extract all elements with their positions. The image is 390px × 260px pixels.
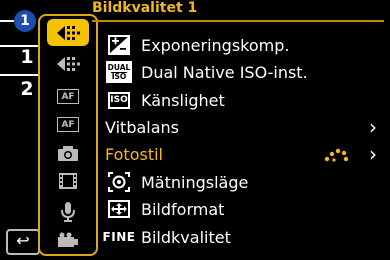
aspect-ratio-icon	[108, 200, 130, 218]
menu-item-dual-native-iso[interactable]: DUAL ISO Dual Native ISO-inst.	[105, 59, 385, 85]
menu-item-label: Bildkvalitet	[141, 227, 231, 247]
camera-icon	[58, 145, 78, 161]
menu-item-photo-style[interactable]: Fotostil ›	[105, 141, 385, 167]
af-custom-icon: AF	[57, 117, 79, 132]
menu-item-label: Dual Native ISO-inst.	[141, 62, 308, 82]
tab-film[interactable]	[46, 167, 90, 194]
menu-item-sensitivity[interactable]: ISO Känslighet	[105, 87, 385, 113]
af-icon: AF	[57, 89, 79, 104]
back-button[interactable]: ↩	[6, 229, 40, 255]
chevron-right-icon: ›	[369, 115, 377, 139]
photo-style-icon	[324, 148, 349, 162]
menu-item-label: Känslighet	[141, 90, 225, 110]
exposure-comp-icon	[108, 35, 130, 55]
menu-item-label: Bildformat	[141, 199, 225, 219]
chevron-right-icon: ›	[369, 142, 377, 166]
tab-af[interactable]: AF	[46, 83, 90, 110]
tab-photo-quality-2[interactable]	[46, 50, 90, 77]
tab-audio[interactable]	[46, 198, 90, 225]
dual-iso-icon: DUAL ISO	[106, 61, 132, 83]
current-page-badge: 1	[14, 10, 36, 32]
menu-item-label: Fotostil	[105, 144, 163, 164]
photo-quality-2-icon	[57, 56, 80, 71]
tab-af-custom[interactable]: AF	[46, 111, 90, 138]
page-indicator-line	[0, 20, 14, 22]
menu-item-label: Vitbalans	[105, 117, 179, 137]
page-1-button[interactable]: 1	[16, 46, 38, 68]
menu-item-metering-mode[interactable]: Mätningsläge	[105, 169, 385, 195]
menu-item-label: Exponeringskomp.	[141, 35, 290, 55]
microphone-icon	[61, 201, 75, 222]
tab-camera[interactable]	[46, 139, 90, 166]
tab-video[interactable]	[46, 227, 90, 254]
header-divider	[92, 20, 384, 22]
film-icon	[59, 172, 77, 189]
menu-item-aspect-ratio[interactable]: Bildformat	[105, 196, 385, 222]
page-2-button[interactable]: 2	[16, 78, 38, 100]
video-camera-icon	[58, 232, 78, 247]
menu-item-image-quality[interactable]: FINE Bildkvalitet	[102, 224, 385, 250]
metering-icon	[108, 172, 130, 192]
fine-quality-icon: FINE	[102, 230, 136, 244]
tab-photo-quality-1[interactable]	[47, 19, 89, 46]
iso-icon: ISO	[108, 91, 130, 109]
menu-title: Bildkvalitet 1	[92, 0, 198, 16]
menu-item-exposure-comp[interactable]: Exponeringskomp.	[105, 32, 385, 58]
photo-quality-icon	[57, 25, 80, 40]
return-icon: ↩	[16, 231, 30, 250]
menu-item-label: Mätningsläge	[141, 172, 249, 192]
menu-item-white-balance[interactable]: Vitbalans ›	[105, 114, 385, 140]
page-indicator-line	[0, 74, 38, 76]
